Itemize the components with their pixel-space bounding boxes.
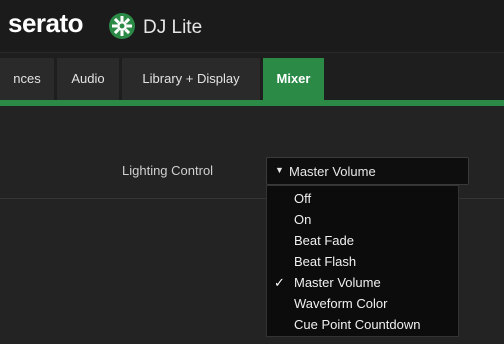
serato-gear-logo-icon: [109, 13, 135, 39]
checkmark-icon: ✓: [274, 275, 285, 290]
menu-item-label: On: [294, 212, 312, 227]
tab-preferences[interactable]: nces: [0, 58, 54, 100]
menu-item-on[interactable]: On: [267, 209, 458, 230]
menu-item-label: Off: [294, 191, 312, 206]
menu-item-off[interactable]: Off: [267, 188, 458, 209]
menu-item-cue-point-countdown[interactable]: Cue Point Countdown: [267, 314, 458, 335]
lighting-control-label: Lighting Control: [122, 163, 214, 178]
title-bar: serato DJ Lite: [0, 0, 504, 53]
dropdown-triangle-icon: ▼: [275, 165, 284, 175]
settings-tab-bar: nces Audio Library + Display Mixer: [0, 58, 504, 100]
menu-item-label: Master Volume: [294, 275, 381, 290]
menu-item-label: Cue Point Countdown: [294, 317, 421, 332]
lighting-control-selected-value: Master Volume: [289, 164, 376, 179]
tab-audio[interactable]: Audio: [57, 58, 119, 100]
product-name: DJ Lite: [143, 17, 203, 38]
menu-item-label: Beat Flash: [294, 254, 357, 269]
tab-library-display[interactable]: Library + Display: [122, 58, 260, 100]
menu-item-label: Waveform Color: [294, 296, 388, 311]
menu-item-master-volume[interactable]: ✓ Master Volume: [267, 272, 458, 293]
tab-mixer[interactable]: Mixer: [263, 58, 324, 100]
menu-item-waveform-color[interactable]: Waveform Color: [267, 293, 458, 314]
menu-item-beat-flash[interactable]: Beat Flash: [267, 251, 458, 272]
menu-item-label: Beat Fade: [294, 233, 354, 248]
lighting-control-dropdown-menu: Off On Beat Fade Beat Flash ✓ Master Vol…: [266, 185, 459, 337]
serato-wordmark: serato: [8, 8, 84, 38]
menu-item-beat-fade[interactable]: Beat Fade: [267, 230, 458, 251]
lighting-control-select[interactable]: ▼ Master Volume: [266, 157, 469, 185]
